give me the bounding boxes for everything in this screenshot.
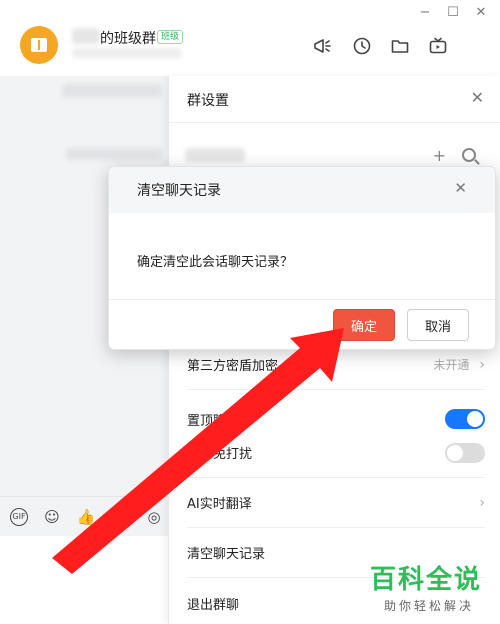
- chat-message-area: GIF ☺ 👍 ✂ ◎: [0, 76, 168, 624]
- chat-header: − ☐ ✕ 的班级群 班级: [0, 0, 500, 76]
- scissors-icon[interactable]: ✂: [110, 507, 130, 527]
- dialog-title: 清空聊天记录: [137, 183, 221, 199]
- book-icon: [31, 38, 47, 52]
- row-label: 退出群聊: [187, 597, 240, 613]
- divider: [109, 299, 495, 300]
- blurred-member: [185, 148, 245, 162]
- row-ai-translate[interactable]: AI实时翻译 ›: [187, 478, 485, 528]
- folder-icon[interactable]: [390, 36, 410, 56]
- toggle-knob: [467, 411, 483, 427]
- thumbs-up-icon[interactable]: 👍: [76, 507, 96, 527]
- watermark-slogan: 助你轻松解决: [383, 599, 474, 613]
- emoji-icon[interactable]: ☺: [42, 507, 62, 527]
- chevron-right-icon: ›: [479, 494, 485, 511]
- row-label: 第三方密盾加密: [187, 359, 279, 374]
- input-toolbar: GIF ☺ 👍 ✂ ◎: [0, 496, 168, 536]
- add-member-icon[interactable]: +: [433, 146, 446, 165]
- panel-close-icon[interactable]: ✕: [471, 88, 484, 107]
- divider: [169, 122, 500, 123]
- pin-chat-toggle[interactable]: [445, 409, 485, 429]
- do-not-disturb-toggle[interactable]: [445, 442, 485, 463]
- announcement-icon[interactable]: [312, 36, 332, 56]
- blurred-message: [62, 84, 162, 98]
- search-icon[interactable]: [462, 148, 476, 162]
- class-badge: 班级: [157, 30, 184, 44]
- watermark-logo: 百科全说: [369, 565, 482, 595]
- dialog-close-icon[interactable]: ✕: [454, 179, 467, 197]
- row-label: 清空聊天记录: [187, 547, 266, 562]
- mention-icon[interactable]: ◎: [144, 507, 164, 527]
- row-label: 消息免打扰: [187, 447, 253, 462]
- group-settings-panel: 群设置 ✕ + 第三方密盾加密 未开通 › 置顶聊天 消息免打扰 AI实时翻译 …: [168, 76, 500, 624]
- clear-history-dialog: 清空聊天记录 ✕ 确定清空此会话聊天记录？ 确定 取消: [108, 166, 496, 350]
- maximize-button[interactable]: ☐: [444, 4, 462, 22]
- window-close-button[interactable]: ✕: [472, 4, 490, 22]
- cancel-button[interactable]: 取消: [407, 309, 469, 341]
- group-avatar[interactable]: [20, 26, 58, 64]
- encryption-status: 未开通: [433, 358, 470, 372]
- confirm-button[interactable]: 确定: [333, 309, 395, 341]
- history-icon[interactable]: [352, 36, 372, 56]
- row-label: AI实时翻译: [187, 497, 252, 512]
- blurred-message: [66, 148, 162, 160]
- row-do-not-disturb: 消息免打扰: [187, 428, 485, 478]
- gif-icon[interactable]: GIF: [10, 507, 28, 526]
- blurred-subtitle: [72, 48, 182, 58]
- message-input[interactable]: [0, 536, 168, 624]
- minimize-button[interactable]: −: [416, 4, 434, 22]
- panel-title: 群设置: [187, 93, 229, 109]
- live-tv-icon[interactable]: [428, 36, 448, 56]
- row-label: 置顶聊天: [187, 413, 240, 429]
- toggle-knob: [447, 444, 463, 461]
- blurred-name-prefix: [72, 28, 100, 44]
- group-name[interactable]: 的班级群: [100, 28, 156, 48]
- dialog-message: 确定清空此会话聊天记录？: [137, 255, 294, 270]
- chevron-right-icon: ›: [479, 356, 485, 373]
